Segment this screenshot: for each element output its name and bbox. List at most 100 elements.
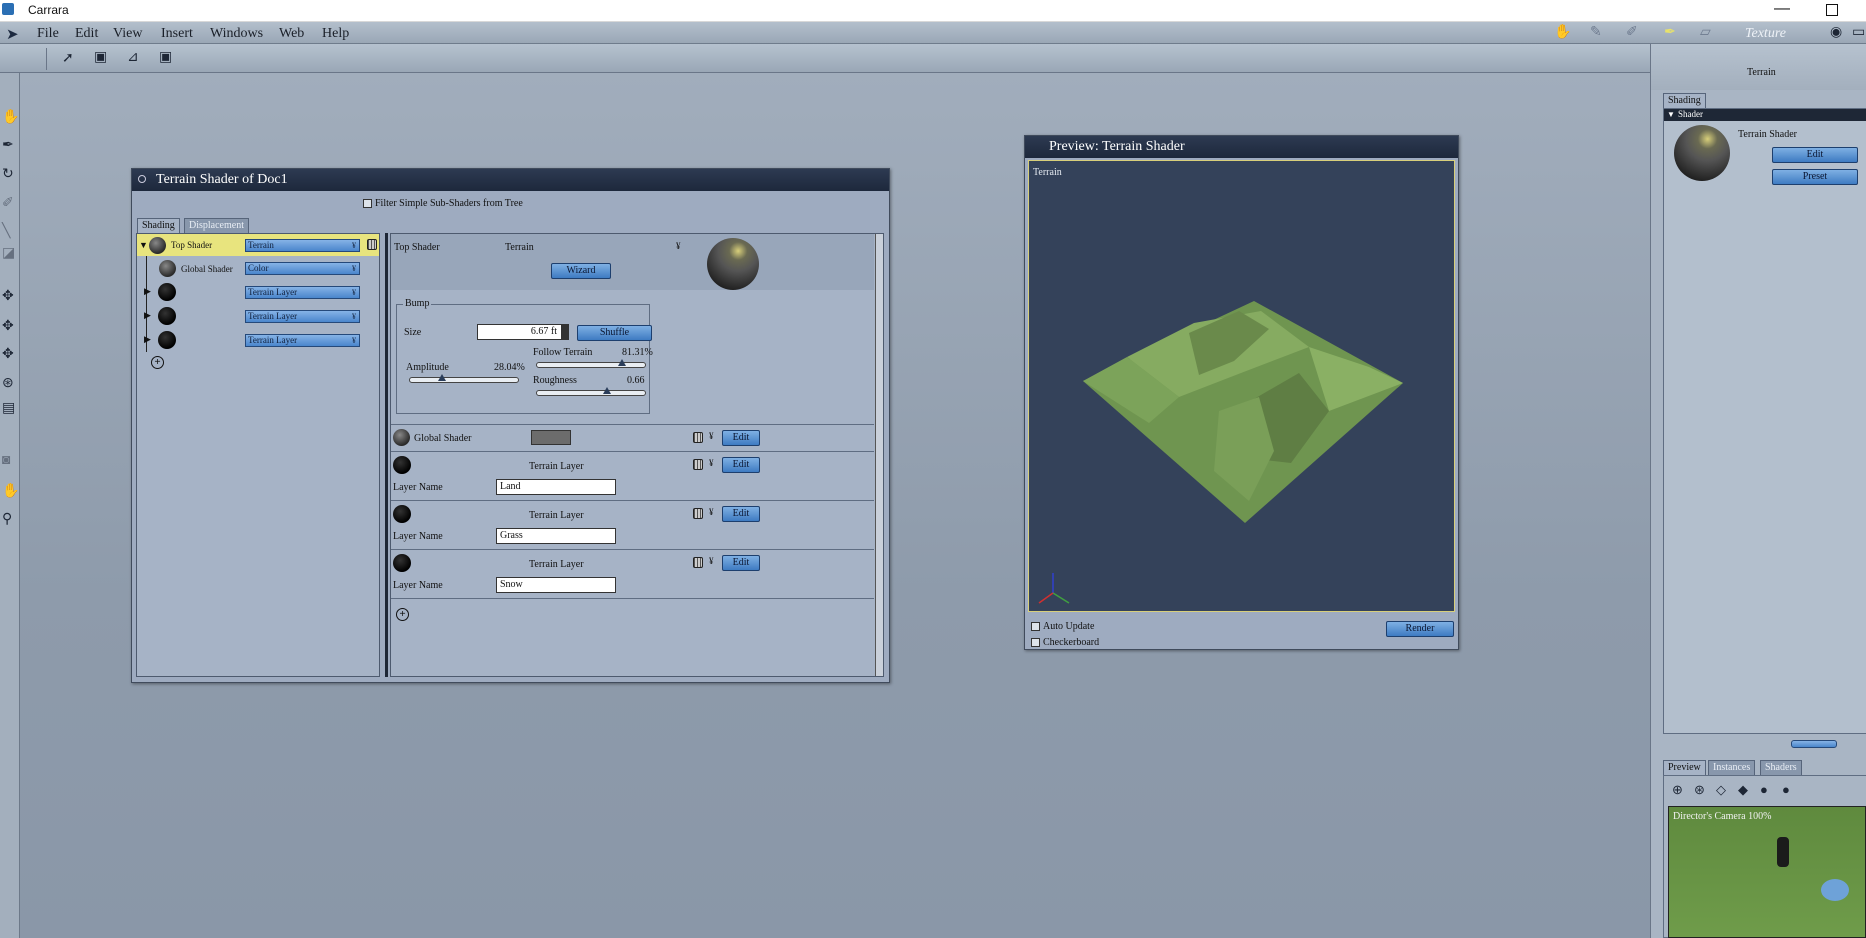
auto-update-checkbox[interactable] (1031, 622, 1040, 631)
paint-tool-icon[interactable]: ▤ (2, 400, 15, 417)
window-close-icon[interactable] (138, 175, 146, 183)
color-swatch[interactable] (531, 430, 571, 445)
tab-shading[interactable]: Shading (137, 218, 180, 233)
roughness-slider[interactable] (536, 387, 646, 396)
line-tool-icon[interactable]: ╲ (2, 223, 10, 240)
twist-tool-icon[interactable]: ✥ (2, 346, 14, 363)
tab-displacement[interactable]: Displacement (184, 218, 249, 233)
collapse-triangle-icon[interactable]: ▼ (1667, 110, 1675, 119)
menu-file[interactable]: File (37, 26, 59, 42)
nav-box-icon[interactable]: ◆ (1738, 782, 1748, 798)
room-model-icon[interactable]: ✎ (1590, 24, 1602, 41)
eye-icon[interactable]: ◉ (1830, 24, 1842, 41)
editor-scrollbar[interactable] (875, 234, 883, 676)
tree-select[interactable]: Color (245, 262, 360, 275)
orbit-tool-icon[interactable]: ⊛ (2, 375, 14, 392)
menu-insert[interactable]: Insert (161, 26, 193, 42)
tab-shaders[interactable]: Shaders (1760, 760, 1802, 775)
carrara-logo-icon[interactable]: ➤ (6, 25, 19, 44)
expand-triangle-icon[interactable]: ▶ (144, 310, 151, 321)
tree-row-top-shader[interactable]: ▼ Top Shader Terrain (137, 234, 379, 256)
expand-triangle-icon[interactable]: ▶ (144, 334, 151, 345)
shader-section-header[interactable]: ▼ Shader (1664, 109, 1866, 121)
slider-thumb[interactable] (603, 387, 611, 394)
edit-button[interactable]: Edit (722, 506, 760, 522)
eraser-tool-icon[interactable]: ◪ (2, 245, 15, 262)
size-stepper-icon[interactable] (562, 324, 569, 340)
room-assemble-icon[interactable]: ✋ (1554, 24, 1571, 41)
panel-splitter[interactable] (385, 233, 388, 677)
tree-row-layer[interactable]: ▶ Terrain Layer (137, 280, 379, 304)
room-texture-icon[interactable]: ✒ (1664, 24, 1676, 41)
tab-shading-properties[interactable]: Shading (1663, 93, 1706, 108)
tree-row-layer[interactable]: ▶ Terrain Layer (137, 328, 379, 352)
nav-cube-icon[interactable]: ◇ (1716, 782, 1726, 798)
menu-web[interactable]: Web (279, 26, 304, 42)
nav-sphere-icon[interactable]: ● (1760, 782, 1768, 798)
collapse-triangle-icon[interactable]: ▼ (139, 240, 148, 250)
preview-window-titlebar[interactable]: Preview: Terrain Shader (1025, 136, 1458, 158)
shader-window-titlebar[interactable]: Terrain Shader of Doc1 (132, 169, 889, 191)
render-button[interactable]: Render (1386, 621, 1454, 637)
panel-toggle-icon[interactable]: ▭ (1852, 24, 1865, 41)
pan-tool-icon[interactable]: ✋ (2, 483, 19, 500)
trash-icon[interactable] (693, 557, 703, 568)
menu-view[interactable]: View (113, 26, 142, 42)
hand-tool-icon[interactable]: ✋ (2, 109, 19, 126)
shuffle-button[interactable]: Shuffle (577, 325, 652, 341)
tree-select[interactable]: Terrain Layer (245, 310, 360, 323)
nav-compass-icon[interactable]: ⊕ (1672, 782, 1683, 798)
brush-tool-icon[interactable]: ✐ (2, 195, 14, 212)
bounding-box-icon[interactable]: ▣ (94, 49, 107, 66)
menu-windows[interactable]: Windows (210, 26, 263, 42)
chevron-down-icon[interactable]: ¥ (709, 556, 714, 566)
scale-box-icon[interactable]: ▣ (159, 49, 172, 66)
preview-canvas[interactable]: Terrain (1028, 160, 1455, 612)
minimize-icon[interactable]: — (1774, 0, 1790, 18)
chevron-down-icon[interactable]: ¥ (709, 507, 714, 517)
wizard-button[interactable]: Wizard (551, 263, 611, 279)
pen-tool-icon[interactable]: ✒ (2, 137, 14, 154)
add-layer-icon[interactable]: + (396, 608, 409, 621)
slider-thumb[interactable] (438, 374, 447, 381)
checkerboard-checkbox[interactable] (1031, 638, 1040, 647)
panel-resize-handle[interactable] (1791, 740, 1837, 748)
size-input[interactable]: 6.67 ft (477, 324, 562, 340)
tree-select[interactable]: Terrain Layer (245, 286, 360, 299)
menu-edit[interactable]: Edit (75, 26, 98, 42)
trash-icon[interactable] (367, 239, 377, 250)
preset-button[interactable]: Preset (1772, 169, 1858, 185)
rotate-box-icon[interactable]: ⊿ (127, 49, 139, 66)
tree-select[interactable]: Terrain (245, 239, 360, 252)
edit-button[interactable]: Edit (722, 430, 760, 446)
expand-triangle-icon[interactable]: ▶ (144, 286, 151, 297)
add-layer-icon[interactable]: + (151, 356, 164, 369)
layer-name-input[interactable]: Snow (496, 577, 616, 593)
filter-checkbox[interactable] (363, 199, 372, 208)
amplitude-slider[interactable] (409, 374, 519, 383)
menu-help[interactable]: Help (322, 26, 349, 42)
scale-tool-icon[interactable]: ✥ (2, 318, 14, 335)
zoom-tool-icon[interactable]: ⚲ (2, 511, 12, 528)
camera-viewport[interactable]: Director's Camera 100% (1668, 806, 1866, 938)
edit-button[interactable]: Edit (722, 457, 760, 473)
tab-instances[interactable]: Instances (1708, 760, 1756, 775)
slider-thumb[interactable] (618, 359, 627, 366)
move-tool-icon[interactable]: ✥ (2, 288, 14, 305)
tree-row-layer[interactable]: ▶ Terrain Layer (137, 304, 379, 328)
follow-terrain-slider[interactable] (536, 359, 646, 368)
nav-shaded-icon[interactable]: ● (1782, 782, 1790, 798)
rotate-tool-icon[interactable]: ↻ (2, 166, 14, 183)
camera-tool-icon[interactable]: ◙ (2, 453, 10, 469)
select-arrow-icon[interactable]: ➚ (62, 50, 74, 67)
edit-shader-button[interactable]: Edit (1772, 147, 1858, 163)
tree-select[interactable]: Terrain Layer (245, 334, 360, 347)
trash-icon[interactable] (693, 508, 703, 519)
room-storyboard-icon[interactable]: ✐ (1626, 24, 1638, 41)
tab-preview[interactable]: Preview (1663, 760, 1706, 775)
tree-row-global[interactable]: Global Shader Color (137, 256, 379, 352)
edit-button[interactable]: Edit (722, 555, 760, 571)
trash-icon[interactable] (693, 432, 703, 443)
chevron-down-icon[interactable]: ¥ (676, 241, 681, 251)
maximize-icon[interactable] (1826, 4, 1838, 16)
